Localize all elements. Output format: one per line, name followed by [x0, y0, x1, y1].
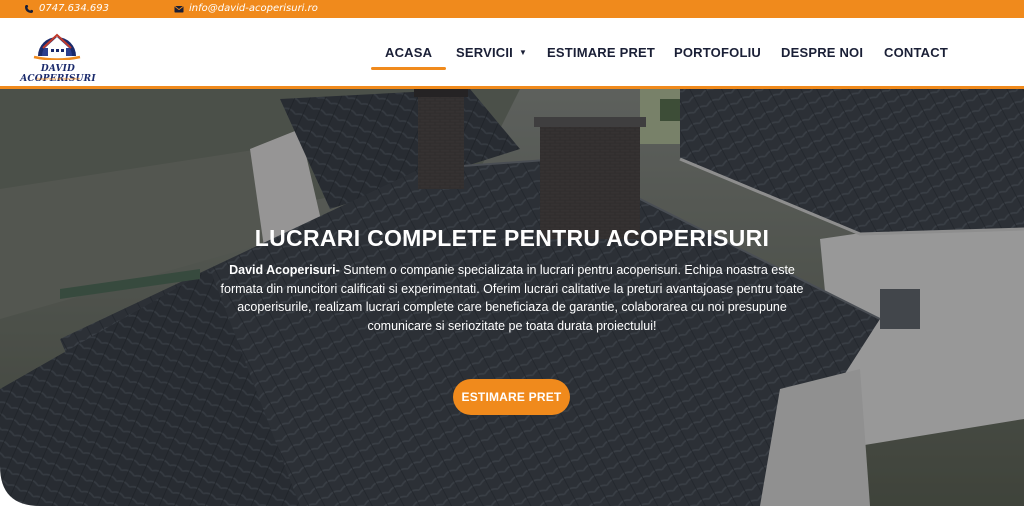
- nav-item-estimare-pret[interactable]: ESTIMARE PRET: [547, 45, 655, 61]
- site-header: DAVID ACOPERISURI Acoperisuri de Increde…: [0, 18, 1024, 89]
- nav-item-contact[interactable]: CONTACT: [884, 45, 948, 61]
- logo-tagline: Acoperisuri de Incredere: [36, 76, 80, 81]
- email-contact[interactable]: info@david-acoperisuri.ro: [174, 3, 318, 14]
- hero-title: LUCRARI COMPLETE PENTRU ACOPERISURI: [254, 225, 770, 251]
- hero-bottom-curve: [0, 466, 40, 506]
- phone-icon: [24, 4, 34, 14]
- nav-item-acasa[interactable]: ACASA: [370, 45, 447, 70]
- chevron-down-icon: ▼: [519, 48, 528, 57]
- phone-number: 0747.634.693: [39, 3, 109, 14]
- top-contact-bar: 0747.634.693 info@david-acoperisuri.ro: [0, 0, 1024, 18]
- logo-title: DAVID ACOPERISURI: [20, 64, 96, 84]
- site-logo[interactable]: DAVID ACOPERISURI Acoperisuri de Increde…: [8, 26, 108, 84]
- hero-description: David Acoperisuri- Suntem o companie spe…: [218, 261, 806, 335]
- nav-item-portofoliu[interactable]: PORTOFOLIU: [674, 45, 761, 61]
- hero-brand: David Acoperisuri-: [229, 263, 340, 277]
- nav-item-servicii[interactable]: SERVICII ▼: [456, 45, 527, 61]
- nav-item-despre-noi[interactable]: DESPRE NOI: [781, 45, 863, 61]
- estimare-pret-button[interactable]: ESTIMARE PRET: [453, 379, 570, 415]
- house-logo-icon: [33, 33, 81, 60]
- email-address: info@david-acoperisuri.ro: [189, 3, 318, 14]
- envelope-icon: [174, 4, 184, 14]
- hero-section: LUCRARI COMPLETE PENTRU ACOPERISURI Davi…: [0, 89, 1024, 506]
- phone-contact[interactable]: 0747.634.693: [24, 3, 109, 14]
